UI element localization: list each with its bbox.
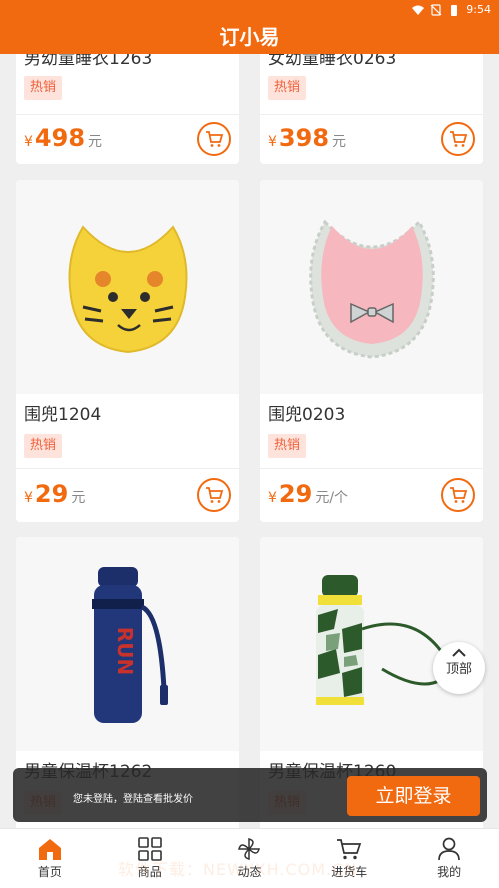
hot-tag: 热销: [268, 434, 307, 458]
cart-icon: [450, 487, 468, 503]
divider: [260, 114, 483, 115]
tiger-bib-image: [68, 225, 187, 354]
product-image[interactable]: [16, 180, 239, 394]
no-sim-icon: [430, 3, 442, 16]
product-name: 男幼童睡衣1263: [24, 54, 153, 69]
cart-icon: [450, 131, 468, 147]
user-icon: [438, 837, 460, 861]
product-price: ¥ 29 元: [24, 480, 86, 508]
back-to-top-label: 顶部: [445, 662, 472, 677]
status-time: 9:54: [466, 3, 491, 16]
hot-tag: 热销: [24, 434, 63, 458]
product-name: 围兜0203: [268, 405, 346, 425]
tab-feed[interactable]: 动态: [200, 829, 300, 888]
divider: [260, 468, 483, 469]
grid-icon: [137, 837, 162, 861]
product-card[interactable]: 围兜1204 热销 ¥ 29 元: [16, 180, 239, 522]
hot-tag: 热销: [268, 76, 307, 100]
camo-bottle-image: [315, 575, 454, 705]
cart-icon: [206, 487, 224, 503]
product-price: ¥ 498 元: [24, 124, 103, 152]
login-prompt-message: 您未登陆，登陆查看批发价: [73, 794, 193, 805]
cart-icon: [206, 131, 224, 147]
bottom-tab-bar: 首页 商品 动态 进货车 我的: [0, 828, 499, 888]
add-to-cart-button[interactable]: [197, 478, 231, 512]
home-icon: [38, 839, 61, 860]
pinwheel-icon: [238, 838, 261, 860]
status-bar: 9:54: [0, 0, 499, 20]
cart-icon: [337, 839, 362, 860]
login-button[interactable]: 立即登录: [347, 776, 480, 816]
svg-text:RUN: RUN: [113, 627, 137, 675]
product-card[interactable]: 女幼童睡衣0263 热销 ¥ 398 元: [260, 54, 483, 164]
product-image[interactable]: RUN: [16, 537, 239, 751]
tab-home[interactable]: 首页: [0, 829, 100, 888]
product-name: 女幼童睡衣0263: [268, 54, 397, 69]
back-to-top-button[interactable]: 顶部: [433, 642, 485, 694]
tab-cart[interactable]: 进货车: [299, 829, 399, 888]
product-image[interactable]: [260, 180, 483, 394]
blue-thermos-image: RUN: [91, 567, 168, 723]
add-to-cart-button[interactable]: [441, 122, 475, 156]
divider: [16, 114, 239, 115]
product-grid: 男幼童睡衣1263 热销 ¥ 498 元 女幼童睡衣0263 热销 ¥ 398 …: [0, 54, 499, 828]
wifi-icon: [412, 5, 425, 15]
add-to-cart-button[interactable]: [441, 478, 475, 512]
product-card[interactable]: 男幼童睡衣1263 热销 ¥ 498 元: [16, 54, 239, 164]
product-card[interactable]: 围兜0203 热销 ¥ 29 元/个: [260, 180, 483, 522]
product-price: ¥ 398 元: [268, 124, 347, 152]
login-prompt-bar: 您未登陆，登陆查看批发价 立即登录: [13, 768, 487, 822]
chevron-up-icon: [452, 648, 466, 657]
tab-products[interactable]: 商品: [100, 829, 200, 888]
tab-profile[interactable]: 我的: [399, 829, 499, 888]
battery-icon: [451, 4, 458, 16]
hot-tag: 热销: [24, 76, 63, 100]
add-to-cart-button[interactable]: [197, 122, 231, 156]
divider: [16, 468, 239, 469]
page-title: 订小易: [0, 20, 499, 54]
bow-bib-image: [308, 219, 435, 359]
product-name: 围兜1204: [24, 405, 102, 425]
product-price: ¥ 29 元/个: [268, 480, 349, 508]
